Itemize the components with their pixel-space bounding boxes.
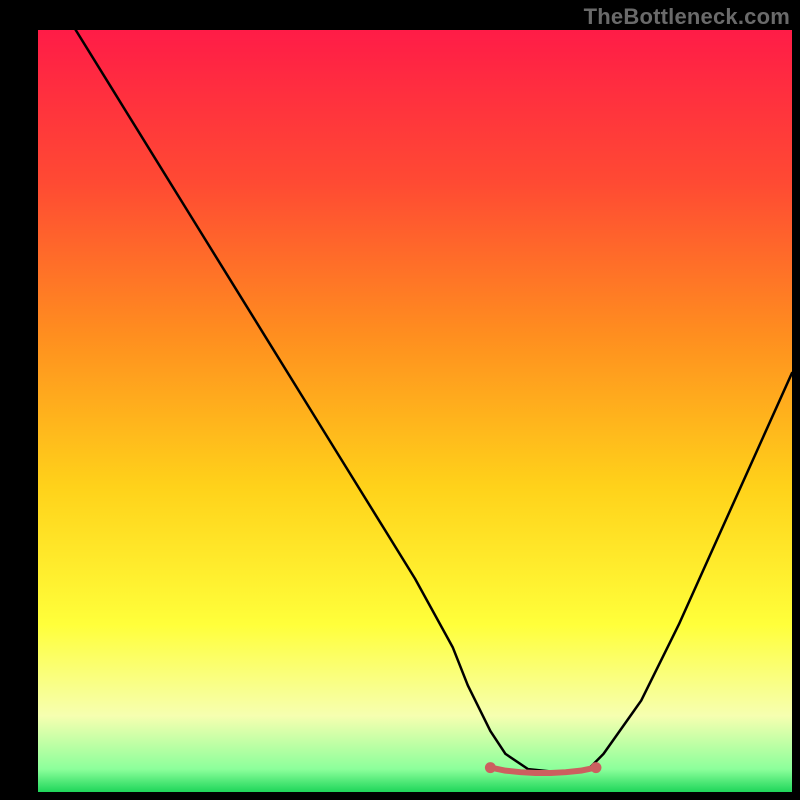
marker-point (485, 762, 496, 773)
bottleneck-chart (0, 0, 800, 800)
marker-point (590, 762, 601, 773)
chart-frame: TheBottleneck.com (0, 0, 800, 800)
watermark-text: TheBottleneck.com (584, 4, 790, 30)
gradient-background (38, 30, 792, 792)
